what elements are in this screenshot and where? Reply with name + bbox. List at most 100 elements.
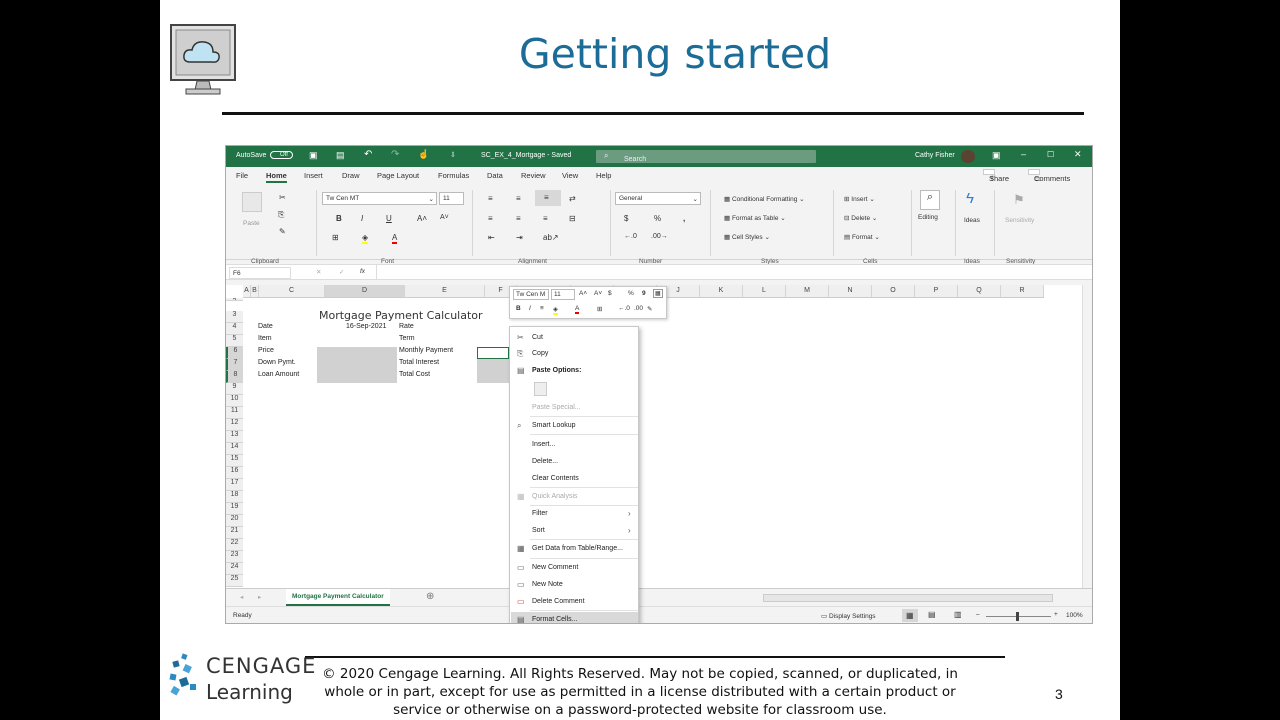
worksheet-grid[interactable]: ABCDEFGHIJKLMNOPQR 234567891011121314151… — [226, 285, 1092, 588]
menu-new-note[interactable]: New Note — [532, 581, 563, 588]
tab-formulas[interactable]: Formulas — [438, 171, 469, 180]
menu-quick-analysis[interactable]: Quick Analysis — [532, 493, 578, 500]
merge-center-icon[interactable]: ⊟ — [569, 214, 576, 223]
column-header-c[interactable]: C — [259, 285, 325, 298]
row-header-16[interactable]: 16 — [226, 467, 243, 479]
paste-icon[interactable] — [242, 192, 262, 212]
column-header-m[interactable]: M — [786, 285, 829, 298]
sheet-tab-mortgage[interactable]: Mortgage Payment Calculator — [286, 589, 390, 606]
delete-cells-button[interactable]: ⊟ Delete ⌄ — [844, 214, 877, 222]
column-header-r[interactable]: R — [1001, 285, 1044, 298]
percent-icon[interactable]: % — [654, 214, 661, 223]
row-header-22[interactable]: 22 — [226, 539, 243, 551]
tab-page-layout[interactable]: Page Layout — [377, 171, 419, 180]
column-header-p[interactable]: P — [915, 285, 958, 298]
vertical-scrollbar[interactable] — [1082, 285, 1092, 588]
sensitivity-icon[interactable]: ⚑ — [1013, 192, 1025, 208]
italic-icon[interactable]: I — [361, 214, 363, 223]
search-box[interactable]: ⌕ Search — [596, 150, 816, 163]
increase-indent-icon[interactable]: ⇥ — [516, 233, 523, 242]
shrink-font-icon[interactable]: A˅ — [594, 290, 602, 297]
comma-style-icon[interactable]: 9 — [642, 290, 646, 297]
horizontal-scrollbar[interactable] — [763, 594, 1053, 602]
page-layout-view-icon[interactable]: ▤ — [928, 610, 936, 619]
column-header-b[interactable]: B — [251, 285, 259, 298]
tab-view[interactable]: View — [562, 171, 578, 180]
align-center-icon[interactable]: ≡ — [540, 305, 544, 312]
zoom-out-icon[interactable]: – — [976, 611, 980, 618]
row-header-15[interactable]: 15 — [226, 455, 243, 467]
bold-icon[interactable]: B — [336, 214, 342, 223]
close-icon[interactable]: ✕ — [1074, 149, 1082, 160]
italic-icon[interactable]: I — [529, 305, 531, 312]
font-color-icon[interactable]: A — [575, 305, 580, 314]
search-icon[interactable]: ⌕ — [920, 190, 940, 210]
column-header-e[interactable]: E — [405, 285, 485, 298]
menu-get-data[interactable]: Get Data from Table/Range... — [532, 545, 623, 552]
bold-icon[interactable]: B — [516, 305, 521, 312]
row-header-4[interactable]: 4 — [226, 323, 243, 335]
borders-icon[interactable]: ⊞ — [332, 233, 339, 242]
editing-label[interactable]: Editing — [918, 214, 938, 221]
menu-delete-comment[interactable]: Delete Comment — [532, 598, 585, 605]
underline-icon[interactable]: U — [386, 214, 392, 223]
menu-delete[interactable]: Delete... — [532, 458, 558, 465]
undo-icon[interactable]: ↶ — [364, 149, 372, 160]
row-header-9[interactable]: 9 — [226, 383, 243, 395]
menu-copy[interactable]: Copy — [532, 350, 548, 357]
row-header-17[interactable]: 17 — [226, 479, 243, 491]
ideas-label[interactable]: Ideas — [964, 217, 980, 224]
fill-color-icon[interactable]: ◈ — [553, 305, 558, 315]
column-header-k[interactable]: K — [700, 285, 743, 298]
decrease-indent-icon[interactable]: ⇤ — [488, 233, 495, 242]
align-middle-icon[interactable]: ≡ — [516, 194, 521, 203]
tab-file[interactable]: File — [236, 171, 248, 180]
column-header-a[interactable]: A — [243, 285, 251, 298]
increase-decimal-icon[interactable]: ←.0 — [618, 305, 630, 312]
tab-review[interactable]: Review — [521, 171, 546, 180]
mini-size-box[interactable]: 11 — [551, 289, 575, 300]
menu-filter[interactable]: Filter — [532, 510, 548, 517]
format-painter-icon[interactable]: ✎ — [279, 227, 286, 236]
row-header-7[interactable]: 7 — [226, 359, 243, 371]
scroll-right-icon[interactable]: ▸ — [258, 593, 261, 601]
cancel-icon[interactable]: ✕ — [316, 268, 321, 276]
display-settings-button[interactable]: ▭ Display Settings — [821, 612, 876, 620]
conditional-formatting-button[interactable]: ▦ Conditional Formatting ⌄ — [724, 195, 805, 203]
row-header-18[interactable]: 18 — [226, 491, 243, 503]
align-left-icon[interactable]: ≡ — [488, 214, 493, 223]
zoom-slider-thumb[interactable] — [1016, 612, 1019, 621]
sensitivity-label[interactable]: Sensitivity — [1005, 217, 1034, 224]
share-button[interactable]: ⇪ Share — [983, 169, 1009, 183]
row-header-13[interactable]: 13 — [226, 431, 243, 443]
row-header-14[interactable]: 14 — [226, 443, 243, 455]
cell-styles-button[interactable]: ▦ Cell Styles ⌄ — [724, 233, 770, 241]
percent-icon[interactable]: % — [628, 290, 634, 297]
formula-input[interactable] — [376, 265, 1092, 279]
menu-clear-contents[interactable]: Clear Contents — [532, 475, 579, 482]
menu-new-comment[interactable]: New Comment — [532, 564, 578, 571]
autosave-toggle[interactable]: Off — [270, 151, 293, 159]
align-right-icon[interactable]: ≡ — [543, 214, 548, 223]
active-cell-f6[interactable] — [477, 347, 509, 359]
maximize-icon[interactable]: ☐ — [1047, 150, 1054, 159]
row-header-10[interactable]: 10 — [226, 395, 243, 407]
menu-smart-lookup[interactable]: Smart Lookup — [532, 422, 576, 429]
tab-home[interactable]: Home — [266, 171, 287, 183]
currency-icon[interactable]: $ — [608, 290, 612, 297]
currency-icon[interactable]: $ — [624, 214, 628, 223]
menu-insert[interactable]: Insert... — [532, 441, 555, 448]
save-icon[interactable]: ▣ — [309, 150, 318, 161]
align-top-icon[interactable]: ≡ — [488, 194, 493, 203]
insert-cells-button[interactable]: ⊞ Insert ⌄ — [844, 195, 875, 203]
font-name-box[interactable]: Tw Cen MT ⌄ — [322, 192, 437, 205]
name-box[interactable]: F6 — [229, 267, 291, 279]
row-header-6[interactable]: 6 — [226, 347, 243, 359]
row-header-12[interactable]: 12 — [226, 419, 243, 431]
file-name[interactable]: SC_EX_4_Mortgage - Saved — [481, 152, 571, 159]
column-header-l[interactable]: L — [743, 285, 786, 298]
menu-sort[interactable]: Sort — [532, 527, 545, 534]
fill-color-icon[interactable]: ◈ — [362, 233, 369, 244]
mini-font-box[interactable]: Tw Cen M — [513, 289, 549, 300]
menu-cut[interactable]: Cut — [532, 334, 543, 341]
